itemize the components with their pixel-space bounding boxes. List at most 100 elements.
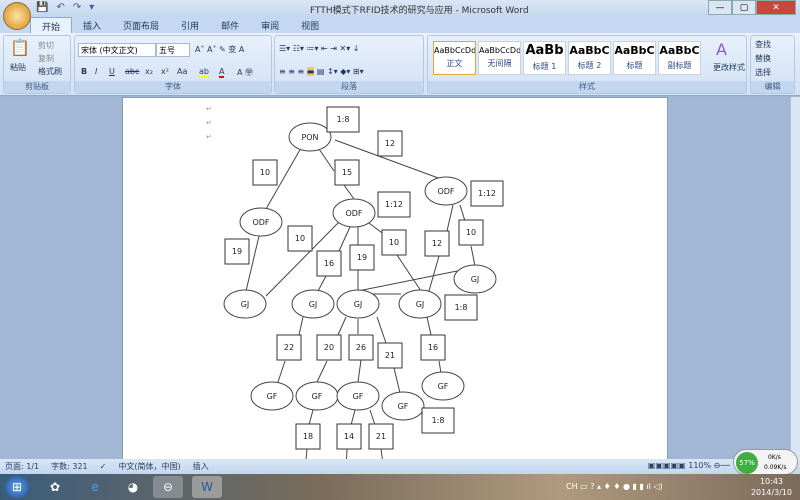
box-label: 1:12 (478, 189, 496, 198)
box-label: 12 (385, 139, 395, 148)
app-icon-3[interactable]: ⊖ (153, 476, 183, 498)
tab-insert[interactable]: 插入 (72, 17, 112, 34)
network-diagram: PON ODF ODF ODF GJ GJ GJ GJ GJ GF GF GF GF GF 1:8 12 10 1… (206, 105, 504, 459)
highlight-icon[interactable]: ab (199, 67, 209, 78)
connector-line (428, 255, 440, 292)
save-icon[interactable]: 💾 (36, 2, 48, 13)
start-button[interactable]: ⊞ (5, 476, 29, 498)
box-label: 19 (232, 247, 242, 256)
connector-line (393, 367, 401, 394)
node-label: ODF (345, 209, 362, 218)
paragraph-group: ☰▾ ☷▾ ≔▾ ⇤ ⇥ ✕▾ ↓ ≡ ≡ ≡ ▬ ▤ ↕▾ ◆▾ ⊞▾ 段落 (274, 35, 424, 94)
insert-mode[interactable]: 插入 (193, 461, 209, 472)
download-speed: 0.09K/s (764, 464, 787, 471)
tab-page-layout[interactable]: 页面布局 (112, 17, 170, 34)
format-painter-button[interactable]: 格式刷 (38, 66, 62, 77)
quick-access-toolbar: 💾 ↶ ↷ ▾ (36, 2, 94, 13)
tab-review[interactable]: 审阅 (250, 17, 290, 34)
align-buttons[interactable]: ≡ ≡ ≡ ▬ ▤ ↕▾ ◆▾ ⊞▾ (279, 67, 364, 76)
clipboard-label: 剪贴板 (4, 81, 70, 93)
box-label: 1:8 (455, 303, 468, 312)
connector-line (357, 270, 458, 292)
ribbon: 📋 粘贴 剪切 复制 格式刷 剪贴板 宋体 (中文正文) 五号 A˄ A˅ ✎ … (0, 33, 800, 96)
paragraph-mark: ↵ (206, 105, 212, 113)
change-styles-icon[interactable]: A (716, 40, 727, 59)
box-label: 12 (432, 239, 442, 248)
replace-button[interactable]: 替换 (755, 53, 771, 64)
word-count[interactable]: 字数: 321 (51, 461, 88, 472)
page-count[interactable]: 页面: 1/1 (5, 461, 39, 472)
zoom-slider[interactable]: ⊖── (714, 461, 730, 470)
undo-icon[interactable]: ↶ (56, 2, 64, 13)
list-buttons[interactable]: ☰▾ ☷▾ ≔▾ ⇤ ⇥ ✕▾ ↓ (279, 44, 359, 53)
paragraph-label: 段落 (275, 81, 423, 93)
copy-button[interactable]: 复制 (38, 53, 54, 64)
font-label: 字体 (75, 81, 271, 93)
view-buttons[interactable]: ▣▣▣▣▣ (648, 461, 686, 470)
connector-line (380, 448, 383, 459)
node-label: GF (312, 392, 323, 401)
clock[interactable]: 10:43 2014/3/10 (751, 476, 792, 498)
strikethrough-button[interactable]: abc (125, 67, 139, 76)
box-label: 21 (385, 351, 395, 360)
node-label: PON (301, 133, 318, 142)
close-button[interactable]: ✕ (756, 0, 796, 15)
style-heading-1[interactable]: AaBb 标题 1 (523, 41, 566, 75)
font-size-buttons[interactable]: A˄ A˅ ✎ 变 A (195, 44, 244, 55)
tab-references[interactable]: 引用 (170, 17, 210, 34)
connector-line (357, 359, 362, 383)
spellcheck-icon[interactable]: ✓ (100, 462, 107, 471)
minimize-button[interactable]: — (708, 0, 732, 15)
connector-line (316, 360, 328, 383)
zoom-level[interactable]: 110% (688, 461, 711, 470)
upload-speed: 0K/s (768, 454, 781, 461)
document-area: PON ODF ODF ODF GJ GJ GJ GJ GJ GF GF GF GF GF 1:8 12 10 1… (0, 97, 790, 459)
tab-home[interactable]: 开始 (30, 17, 73, 34)
underline-button[interactable]: U (109, 67, 115, 76)
tab-view[interactable]: 视图 (290, 17, 330, 34)
office-button[interactable] (3, 2, 31, 30)
app-icon-2[interactable]: ◕ (118, 476, 148, 498)
style-subtitle[interactable]: AaBbC 副标题 (658, 41, 701, 75)
node-label: GJ (354, 300, 363, 309)
node-label: GJ (309, 300, 318, 309)
font-color-icon[interactable]: A (219, 67, 225, 78)
ie-icon[interactable]: e (80, 476, 110, 498)
input-language[interactable]: CH (566, 482, 578, 491)
word-taskbar-icon[interactable]: W (192, 476, 222, 498)
redo-icon[interactable]: ↷ (73, 2, 81, 13)
italic-button[interactable]: I (95, 67, 97, 76)
cut-button[interactable]: 剪切 (38, 40, 54, 51)
style-heading-2[interactable]: AaBbC 标题 2 (568, 41, 611, 75)
superscript-button[interactable]: x² (161, 67, 169, 76)
connector-line (343, 184, 355, 200)
vertical-scrollbar[interactable] (790, 97, 800, 459)
language[interactable]: 中文(简体，中国) (118, 461, 180, 472)
font-name-select[interactable]: 宋体 (中文正文) (78, 43, 156, 57)
subscript-button[interactable]: x₂ (145, 67, 153, 76)
paste-button[interactable]: 粘贴 (10, 62, 26, 73)
app-icon[interactable]: ✿ (40, 476, 70, 498)
box-label: 1:8 (337, 115, 350, 124)
change-case-button[interactable]: Aa (177, 67, 187, 76)
box-label: 10 (260, 168, 270, 177)
bold-button[interactable]: B (81, 67, 87, 76)
find-button[interactable]: 查找 (755, 39, 771, 50)
box-label: 10 (295, 234, 305, 243)
style-normal[interactable]: AaBbCcDd 正文 (433, 41, 476, 75)
style-title[interactable]: AaBbC 标题 (613, 41, 656, 75)
document-page[interactable]: PON ODF ODF ODF GJ GJ GJ GJ GJ GF GF GF GF GF 1:8 12 10 1… (122, 97, 668, 459)
box-label: 26 (356, 343, 366, 352)
connector-line (376, 316, 387, 344)
change-styles-button[interactable]: 更改样式 (713, 62, 745, 73)
customize-icon[interactable]: ▾ (89, 2, 94, 13)
connector-line (459, 204, 466, 222)
connector-line (470, 245, 476, 267)
select-button[interactable]: 选择 (755, 67, 771, 78)
maximize-button[interactable]: ▢ (732, 0, 756, 15)
tab-mailings[interactable]: 邮件 (210, 17, 250, 34)
paste-icon[interactable]: 📋 (10, 38, 30, 57)
font-size-select[interactable]: 五号 (156, 43, 190, 57)
char-shading-icon[interactable]: A ㊫ (237, 67, 253, 78)
style-no-spacing[interactable]: AaBbCcDd 无间隔 (478, 41, 521, 75)
